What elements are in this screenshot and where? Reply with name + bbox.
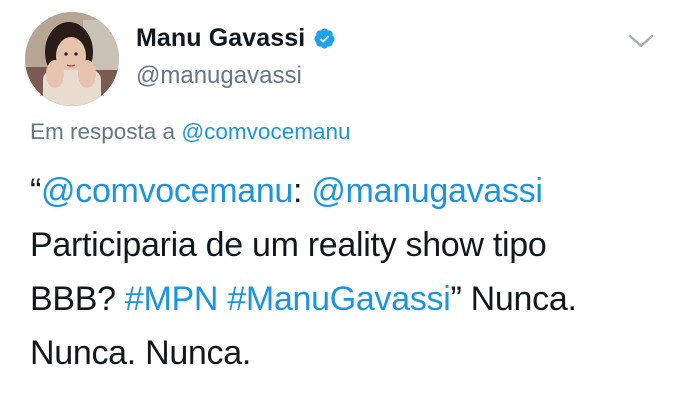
tweet-line-3: BBB? #MPN #ManuGavassi” Nunca.: [30, 272, 670, 326]
mention-link-comvocemanu[interactable]: @comvocemanu: [41, 172, 293, 210]
reply-context: Em resposta a @comvocemanu: [30, 119, 351, 145]
mention-link-manugavassi[interactable]: @manugavassi: [311, 172, 543, 210]
hashtag-link-manugavassi[interactable]: #ManuGavassi: [227, 280, 450, 318]
verified-badge-icon: [313, 27, 336, 50]
tweet-text: “@comvocemanu: @manugavassi Participaria…: [30, 164, 670, 380]
tweet-card: Manu Gavassi @manugavassi Em resposta a …: [0, 0, 679, 404]
reply-prefix: Em resposta a: [30, 119, 182, 144]
reply-mention-link[interactable]: @comvocemanu: [181, 119, 350, 144]
hashtag-link-mpn[interactable]: #MPN: [125, 280, 219, 318]
tweet-line-1: “@comvocemanu: @manugavassi: [30, 164, 670, 218]
separator: :: [293, 172, 312, 210]
hashtag-space: [218, 280, 227, 318]
display-name[interactable]: Manu Gavassi: [136, 24, 305, 53]
avatar-image: [25, 12, 119, 106]
text-before-hashtags: BBB?: [30, 280, 125, 318]
user-name-row: Manu Gavassi: [136, 24, 336, 53]
user-handle[interactable]: @manugavassi: [136, 62, 302, 90]
tweet-line-2: Participaria de um reality show tipo: [30, 226, 547, 264]
avatar[interactable]: [25, 12, 119, 106]
text-after-hashtags: ” Nunca.: [450, 280, 577, 318]
tweet-line-4: Nunca. Nunca.: [30, 334, 252, 372]
chevron-down-icon[interactable]: [627, 32, 655, 50]
open-quote: “: [30, 172, 42, 210]
